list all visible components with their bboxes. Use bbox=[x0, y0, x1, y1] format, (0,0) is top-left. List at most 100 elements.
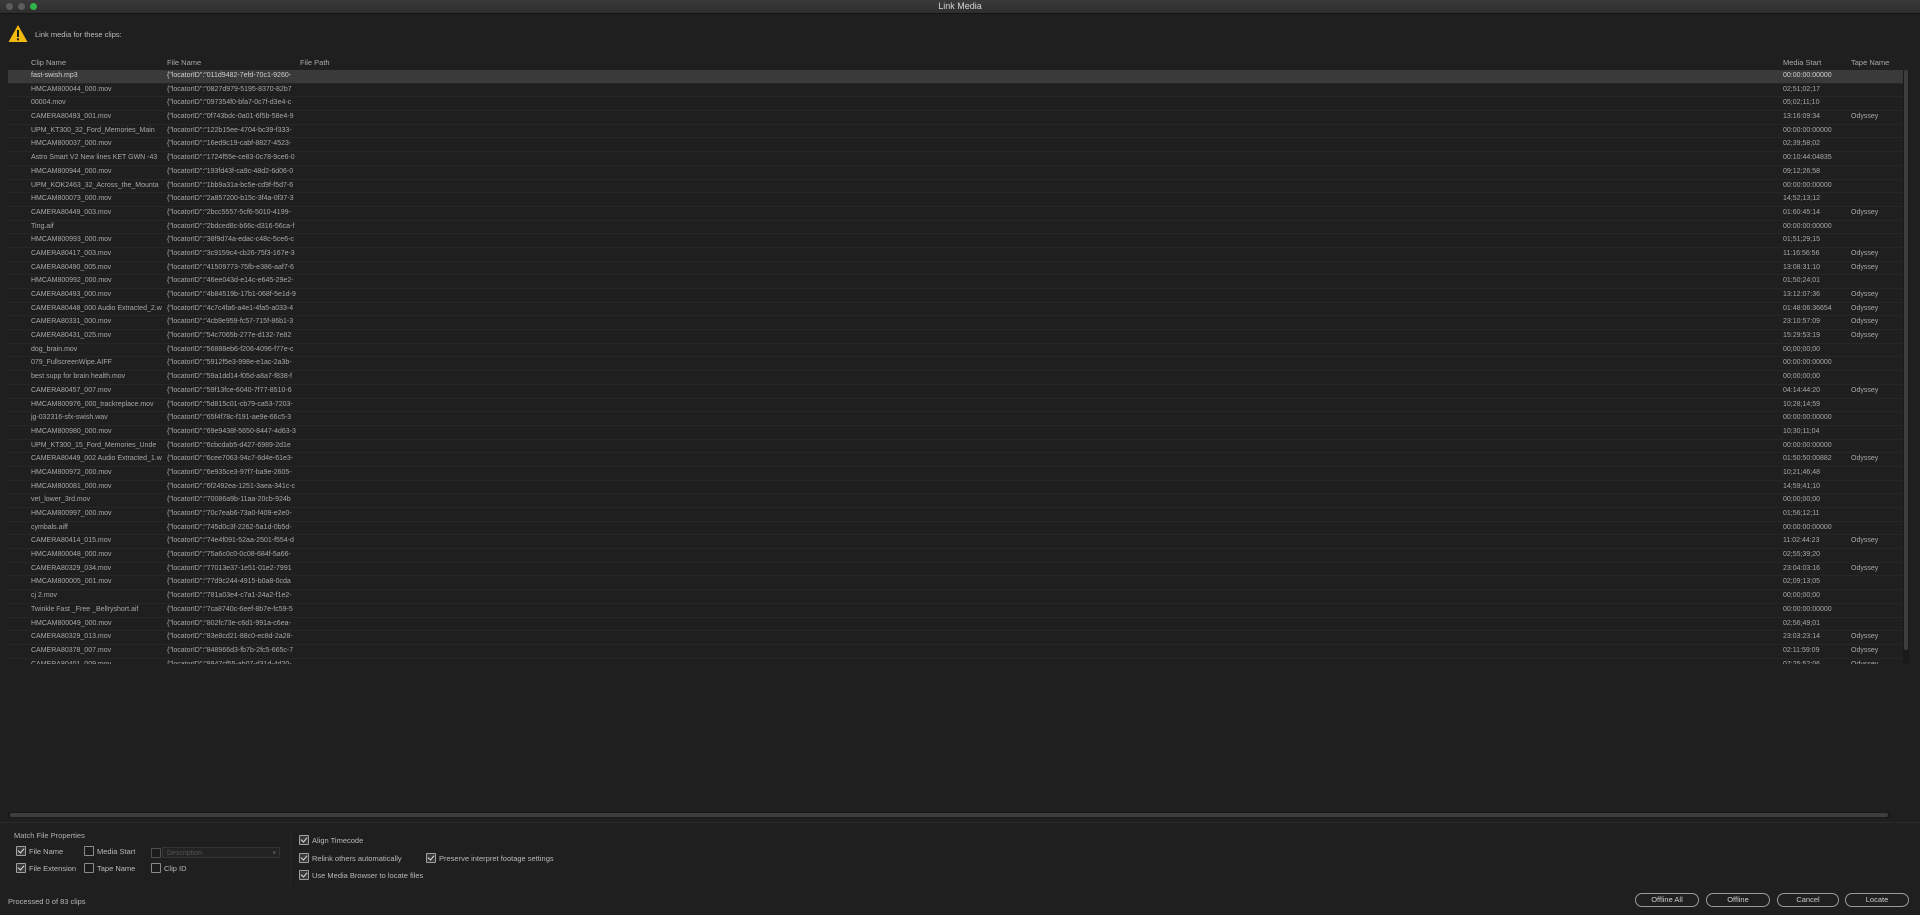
checkbox-box[interactable] bbox=[16, 863, 26, 873]
column-header-file-name[interactable]: File Name bbox=[167, 58, 201, 67]
preserve-interpret-checkbox[interactable]: Preserve interpret footage settings bbox=[426, 853, 554, 863]
table-row[interactable]: cj 2.mov {"locatorID":"781a03e4-c7a1-24a2… bbox=[8, 590, 1908, 604]
column-header-file-path[interactable]: File Path bbox=[300, 58, 330, 67]
file-name-cell: {"locatorID":"5d815c01-cb79-ca53-7203- bbox=[167, 400, 293, 408]
clip-name-cell: CAMERA80329_034.mov bbox=[31, 564, 112, 572]
table-row[interactable]: CAMERA80493_001.mov {"locatorID":"0f743bd… bbox=[8, 111, 1908, 125]
table-row[interactable]: HMCAM800073_000.mov {"locatorID":"2a85720… bbox=[8, 193, 1908, 207]
checkbox-box[interactable] bbox=[151, 848, 161, 858]
table-row[interactable]: CAMERA80490_005.mov {"locatorID":"4150977… bbox=[8, 262, 1908, 276]
clip-name-cell: HMCAM800081_000.mov bbox=[31, 482, 112, 490]
match-file-extension-checkbox[interactable]: File Extension bbox=[16, 863, 76, 873]
table-row[interactable]: HMCAM800972_000.mov {"locatorID":"6e935ce… bbox=[8, 467, 1908, 481]
media-start-cell: 02;51;02;17 bbox=[1783, 85, 1820, 93]
column-header-tape-name[interactable]: Tape Name bbox=[1851, 58, 1889, 67]
table-row[interactable]: HMCAM800049_000.mov {"locatorID":"802fc73… bbox=[8, 618, 1908, 632]
checkbox-label: Clip ID bbox=[164, 863, 187, 873]
media-start-cell: 00:00:00:00000 bbox=[1783, 605, 1832, 613]
table-row[interactable]: Ting.aif {"locatorID":"2bdced8c-b66c-d316… bbox=[8, 221, 1908, 235]
checkbox-box[interactable] bbox=[151, 863, 161, 873]
checkbox-box[interactable] bbox=[426, 853, 436, 863]
media-start-cell: 00;00;00;00 bbox=[1783, 592, 1820, 600]
vertical-scrollbar[interactable] bbox=[1903, 70, 1909, 664]
table-row[interactable]: HMCAM800980_000.mov {"locatorID":"69e9438… bbox=[8, 426, 1908, 440]
clip-name-cell: dog_brain.mov bbox=[31, 345, 78, 353]
match-description-checkbox[interactable] bbox=[151, 848, 161, 858]
column-header-media-start[interactable]: Media Start bbox=[1783, 58, 1821, 67]
table-row[interactable]: UPM_KT300_32_Ford_Memories_Main {"locator… bbox=[8, 125, 1908, 139]
match-tape-name-checkbox[interactable]: Tape Name bbox=[84, 863, 135, 873]
table-row[interactable]: 079_FullscreenWipe.AIFF {"locatorID":"591… bbox=[8, 357, 1908, 372]
use-media-browser-checkbox[interactable]: Use Media Browser to locate files bbox=[299, 870, 423, 880]
checkbox-box[interactable] bbox=[16, 846, 26, 856]
file-name-cell: {"locatorID":"46ee043d-e14c-e645-29e2- bbox=[167, 277, 294, 285]
table-row[interactable]: Twinkle Fast _Free _Bellryshort.aif {"loc… bbox=[8, 604, 1908, 618]
table-row[interactable]: CAMERA80431_025.mov {"locatorID":"54c7065… bbox=[8, 330, 1908, 344]
file-name-cell: {"locatorID":"848966d3-fb7b-2fc5-665c-7 bbox=[167, 646, 294, 654]
file-name-cell: {"locatorID":"4b84519b-17b1-068f-5e1d-9 bbox=[167, 291, 296, 298]
clip-name-cell: Astro Smart V2 New lines KET GWN -43 bbox=[31, 154, 158, 162]
vertical-scrollbar-thumb[interactable] bbox=[1904, 70, 1908, 650]
table-row[interactable]: CAMERA80417_003.mov {"locatorID":"3c9159c… bbox=[8, 248, 1908, 262]
table-row[interactable]: vet_lower_3rd.mov {"locatorID":"70086a9b-… bbox=[8, 494, 1908, 508]
checkbox-box[interactable] bbox=[299, 853, 309, 863]
offline-all-button[interactable]: Offline All bbox=[1635, 893, 1699, 907]
table-row[interactable]: HMCAM800044_000.mov {"locatorID":"0827d97… bbox=[8, 84, 1908, 98]
table-row[interactable]: best supp for brain health.mov {"locatorI… bbox=[8, 371, 1908, 385]
relink-others-checkbox[interactable]: Relink others automatically bbox=[299, 853, 402, 863]
file-name-cell: {"locatorID":"011d9482-7efd-70c1-9260- bbox=[167, 72, 292, 79]
clip-name-cell: CAMERA80449_003.mov bbox=[31, 208, 112, 216]
table-row[interactable]: CAMERA80493_000.mov {"locatorID":"4b84519… bbox=[8, 289, 1908, 303]
table-row[interactable]: jg-032316-sfx-swish.wav {"locatorID":"65f… bbox=[8, 412, 1908, 426]
offline-button[interactable]: Offline bbox=[1706, 893, 1770, 907]
horizontal-scrollbar[interactable] bbox=[8, 812, 1890, 818]
media-start-cell: 01:60:45:14 bbox=[1783, 208, 1820, 216]
cancel-button[interactable]: Cancel bbox=[1777, 893, 1839, 907]
align-timecode-checkbox[interactable]: Align Timecode bbox=[299, 835, 363, 845]
table-row[interactable]: Astro Smart V2 New lines KET GWN -43 {"lo… bbox=[8, 152, 1908, 166]
clip-name-cell: UPM_KT300_15_Ford_Memories_Unde bbox=[31, 441, 157, 449]
table-row[interactable]: CAMERA80329_013.mov {"locatorID":"83e8cd2… bbox=[8, 631, 1908, 645]
match-media-start-checkbox[interactable]: Media Start bbox=[84, 846, 135, 856]
file-name-cell: {"locatorID":"5912f5e3-998e-e1ac-2a3b- bbox=[167, 359, 292, 367]
table-row[interactable]: fast-swish.mp3 {"locatorID":"011d9482-7ef… bbox=[8, 70, 1908, 84]
tape-name-cell: Odyssey bbox=[1851, 564, 1879, 572]
checkbox-box[interactable] bbox=[84, 863, 94, 873]
status-text: Processed 0 of 83 clips bbox=[8, 897, 86, 906]
table-row[interactable]: CAMERA80378_007.mov {"locatorID":"848966d… bbox=[8, 645, 1908, 659]
checkbox-box[interactable] bbox=[84, 846, 94, 856]
table-row[interactable]: cymbals.aiff {"locatorID":"745d0c3f-2262-… bbox=[8, 522, 1908, 536]
table-row[interactable]: CAMERA80449_002 Audio Extracted_1.w {"loc… bbox=[8, 453, 1908, 467]
horizontal-scrollbar-thumb[interactable] bbox=[10, 813, 1888, 817]
table-row[interactable]: 00004.mov {"locatorID":"097354f0-bfa7-0c7… bbox=[8, 97, 1908, 112]
table-row[interactable]: dog_brain.mov {"locatorID":"56888eb6-f206… bbox=[8, 344, 1908, 358]
table-row[interactable]: UPM_KT300_15_Ford_Memories_Unde {"locator… bbox=[8, 440, 1908, 454]
table-row[interactable]: CAMERA80329_034.mov {"locatorID":"77013e3… bbox=[8, 563, 1908, 577]
table-row[interactable]: HMCAM800997_000.mov {"locatorID":"70c7eab… bbox=[8, 508, 1908, 522]
table-body: fast-swish.mp3 {"locatorID":"011d9482-7ef… bbox=[8, 70, 1908, 664]
table-row[interactable]: HMCAM800993_000.mov {"locatorID":"38f9d74… bbox=[8, 234, 1908, 248]
media-start-cell: 02;55;39;20 bbox=[1783, 551, 1820, 559]
table-row[interactable]: HMCAM800048_000.mov {"locatorID":"75a6c0c… bbox=[8, 549, 1908, 563]
match-file-name-checkbox[interactable]: File Name bbox=[16, 846, 63, 856]
table-row[interactable]: HMCAM800944_000.mov {"locatorID":"193fd43… bbox=[8, 166, 1908, 180]
column-header-clip-name[interactable]: Clip Name bbox=[31, 58, 66, 67]
locate-button[interactable]: Locate bbox=[1845, 893, 1909, 907]
table-row[interactable]: CAMERA80448_000 Audio Extracted_2.w {"loc… bbox=[8, 303, 1908, 317]
checkbox-box[interactable] bbox=[299, 835, 309, 845]
table-row[interactable]: HMCAM800005_001.mov {"locatorID":"77d9c24… bbox=[8, 576, 1908, 591]
table-row[interactable]: HMCAM800081_000.mov {"locatorID":"6f2492e… bbox=[8, 481, 1908, 495]
table-row[interactable]: HMCAM800037_000.mov {"locatorID":"16ed9c1… bbox=[8, 138, 1908, 153]
match-clip-id-checkbox[interactable]: Clip ID bbox=[151, 863, 187, 873]
table-row[interactable]: CAMERA80457_007.mov {"locatorID":"59f13fc… bbox=[8, 385, 1908, 399]
table-row[interactable]: UPM_KOK2463_32_Across_the_Mounta {"locato… bbox=[8, 180, 1908, 194]
checkbox-box[interactable] bbox=[299, 870, 309, 880]
table-row[interactable]: HMCAM800992_000.mov {"locatorID":"46ee043… bbox=[8, 275, 1908, 289]
table-row[interactable]: CAMERA80401_009.mov{"locatorID":"8947cf5… bbox=[8, 659, 1908, 664]
table-row[interactable]: CAMERA80414_015.mov {"locatorID":"74e4f09… bbox=[8, 535, 1908, 550]
table-row[interactable]: CAMERA80331_000.mov {"locatorID":"4cb9e95… bbox=[8, 316, 1908, 331]
table-row[interactable]: HMCAM800976_000_trackreplace.mov {"locato… bbox=[8, 399, 1908, 413]
checkbox-label: Preserve interpret footage settings bbox=[439, 853, 554, 863]
table-row[interactable]: CAMERA80449_003.mov {"locatorID":"2bcc555… bbox=[8, 207, 1908, 221]
clip-name-cell: 079_FullscreenWipe.AIFF bbox=[31, 359, 112, 367]
